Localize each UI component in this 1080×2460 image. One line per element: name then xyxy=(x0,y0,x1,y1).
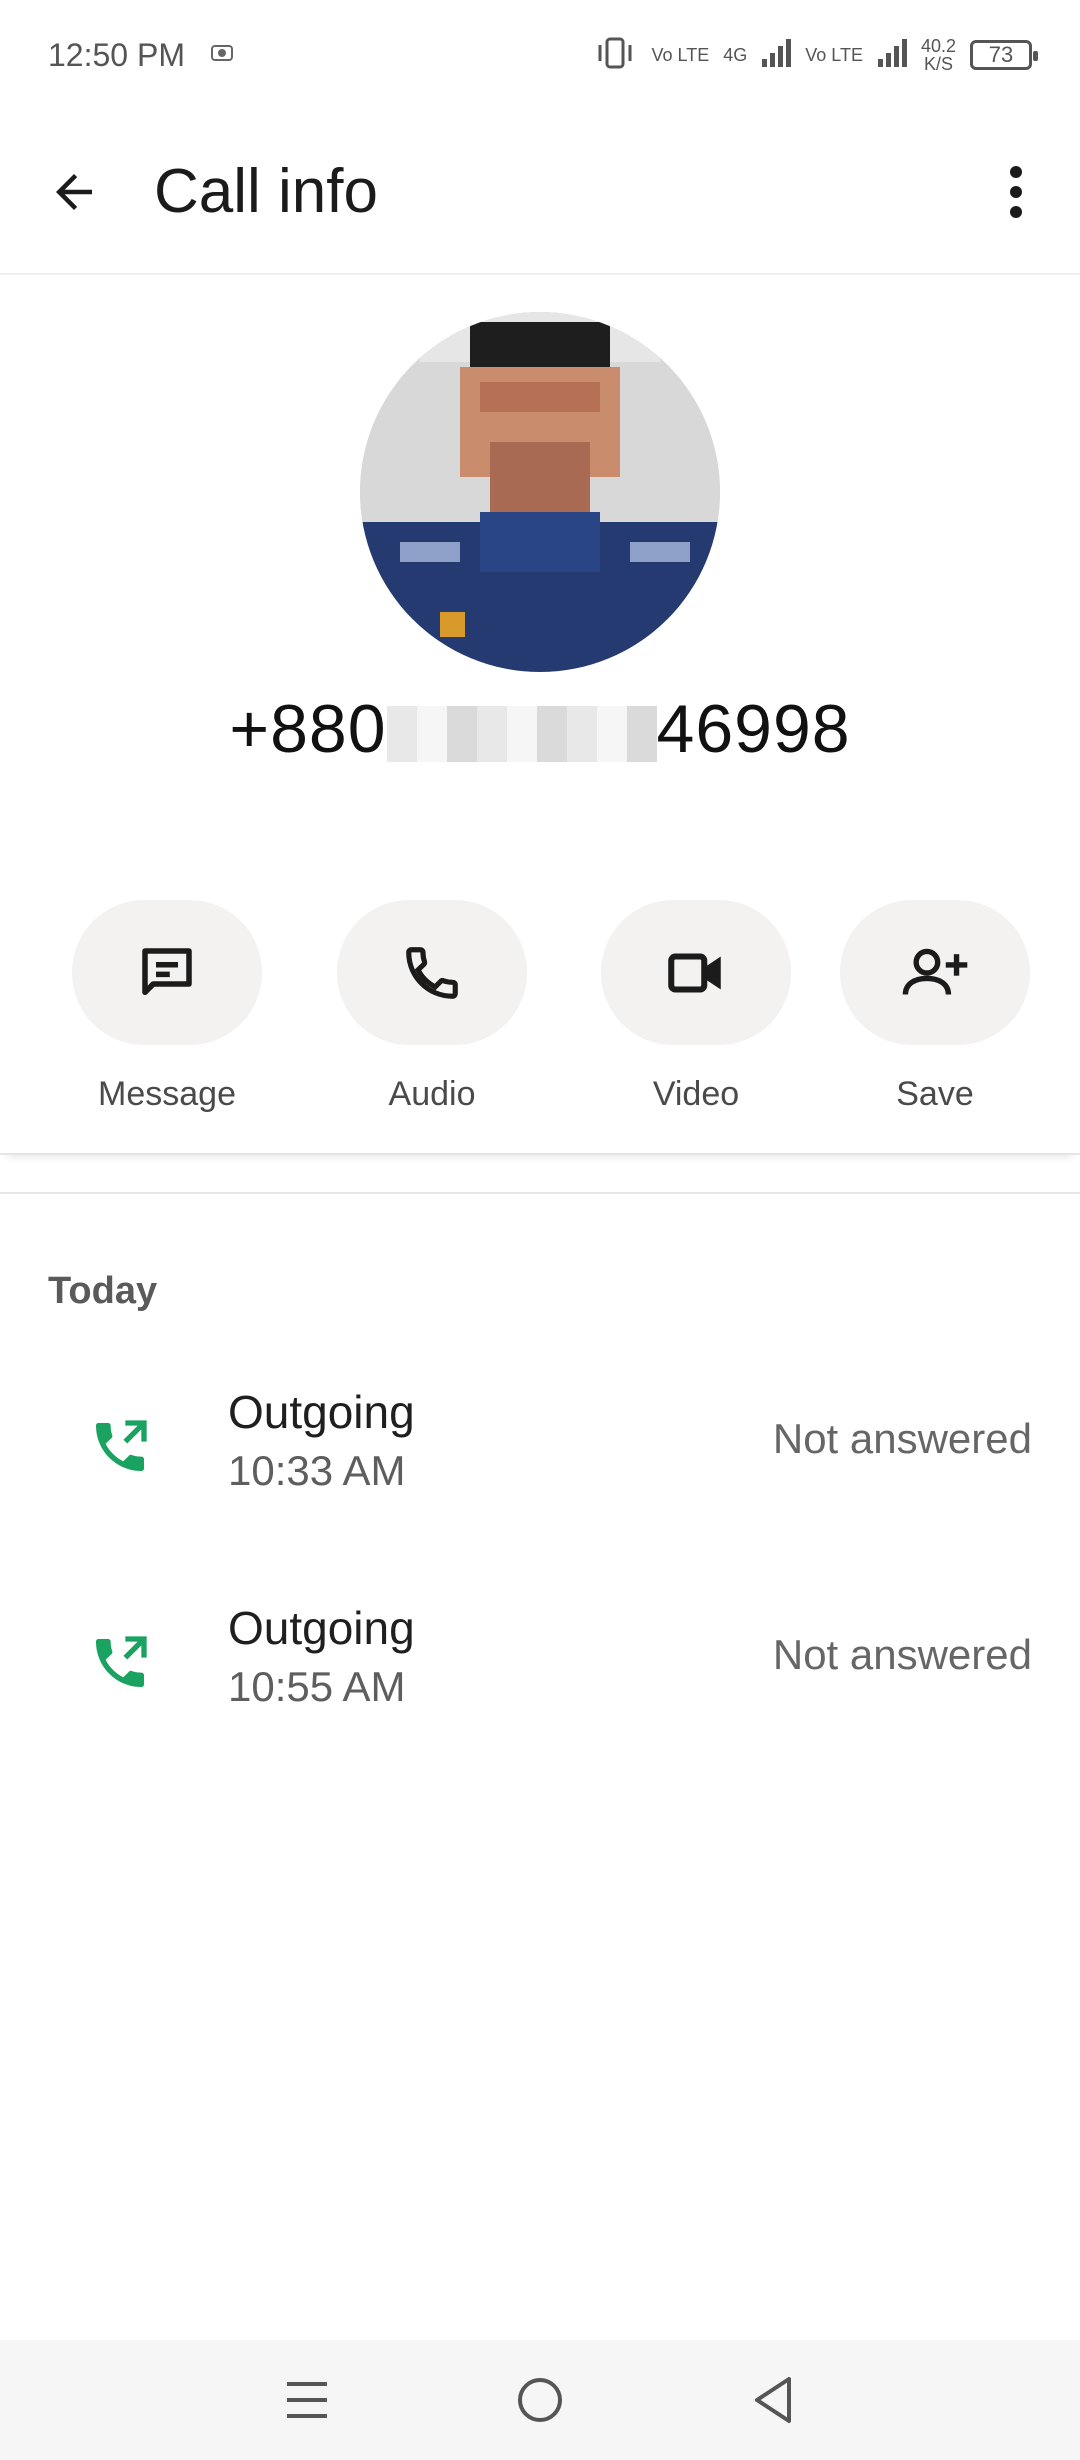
audio-label: Audio xyxy=(388,1075,476,1113)
menu-icon xyxy=(286,2382,327,2418)
network-speed-value: 40.2 xyxy=(920,36,956,56)
outgoing-call-icon xyxy=(96,1636,147,1687)
status-time: 12:50 PM xyxy=(48,36,185,73)
phone-suffix: 46998 xyxy=(656,691,851,767)
back-button[interactable] xyxy=(44,162,104,222)
call-type: Outgoing xyxy=(228,1386,415,1438)
video-icon xyxy=(668,952,721,993)
arrow-back-icon xyxy=(56,173,92,210)
page-title: Call info xyxy=(154,157,378,226)
battery-icon: 73 xyxy=(970,40,1038,70)
network-speed-unit: K/S xyxy=(923,54,953,74)
more-options-button[interactable] xyxy=(996,152,1036,232)
back-nav-button[interactable] xyxy=(738,2365,808,2435)
volte-indicator-2: Vo LTE xyxy=(805,45,863,65)
triangle-back-icon xyxy=(755,2377,792,2423)
audio-call-button[interactable]: Audio xyxy=(337,900,527,1114)
more-vert-icon xyxy=(1010,165,1022,218)
redacted-digits xyxy=(386,706,657,763)
avatar-photo xyxy=(360,312,720,672)
save-label: Save xyxy=(896,1075,974,1113)
video-call-button[interactable]: Video xyxy=(601,900,791,1114)
save-pill[interactable] xyxy=(840,900,1030,1045)
audio-pill[interactable] xyxy=(337,900,527,1045)
screenshot-icon xyxy=(209,37,235,74)
call-time: 10:33 AM xyxy=(228,1447,406,1494)
contact-phone-number: +880 46998 xyxy=(0,690,1080,768)
phone-icon xyxy=(406,946,458,999)
message-button[interactable]: Message xyxy=(72,900,262,1114)
system-navigation-bar xyxy=(0,2340,1080,2460)
message-label: Message xyxy=(98,1075,236,1113)
video-label: Video xyxy=(652,1075,740,1113)
network-type: 4G xyxy=(723,45,748,65)
add-person-icon xyxy=(902,948,968,995)
call-history-row[interactable]: Outgoing 10:55 AM Not answered xyxy=(0,1601,1080,1761)
section-divider xyxy=(0,1192,1080,1194)
message-pill[interactable] xyxy=(72,900,262,1045)
call-status: Not answered xyxy=(772,1631,1032,1678)
vibrate-icon xyxy=(592,35,638,76)
battery-level: 73 xyxy=(988,42,1014,67)
signal-icon-2 xyxy=(877,37,907,74)
recents-button[interactable] xyxy=(272,2365,342,2435)
action-bar: Message Audio Video Save xyxy=(0,900,1080,1155)
call-type: Outgoing xyxy=(228,1602,415,1654)
message-icon xyxy=(142,947,192,995)
volte-indicator-1: Vo LTE xyxy=(651,45,710,65)
home-button[interactable] xyxy=(505,2365,575,2435)
outgoing-call-icon xyxy=(96,1420,147,1471)
call-time: 10:55 AM xyxy=(228,1663,406,1710)
video-pill[interactable] xyxy=(601,900,791,1045)
phone-prefix: +880 xyxy=(229,691,387,767)
contact-avatar[interactable] xyxy=(360,312,720,672)
circle-icon xyxy=(517,2378,562,2422)
call-history-row[interactable]: Outgoing 10:33 AM Not answered xyxy=(0,1385,1080,1545)
network-speed: 40.2 K/S xyxy=(921,37,956,73)
app-bar: Call info xyxy=(0,110,1080,275)
save-contact-button[interactable]: Save xyxy=(840,900,1030,1114)
history-section-title: Today xyxy=(48,1270,158,1312)
call-status: Not answered xyxy=(772,1415,1032,1462)
signal-icon-1 xyxy=(761,37,792,74)
status-bar: 12:50 PM Vo LTE 4G Vo LTE 40.2 K/S 73 xyxy=(0,0,1080,110)
